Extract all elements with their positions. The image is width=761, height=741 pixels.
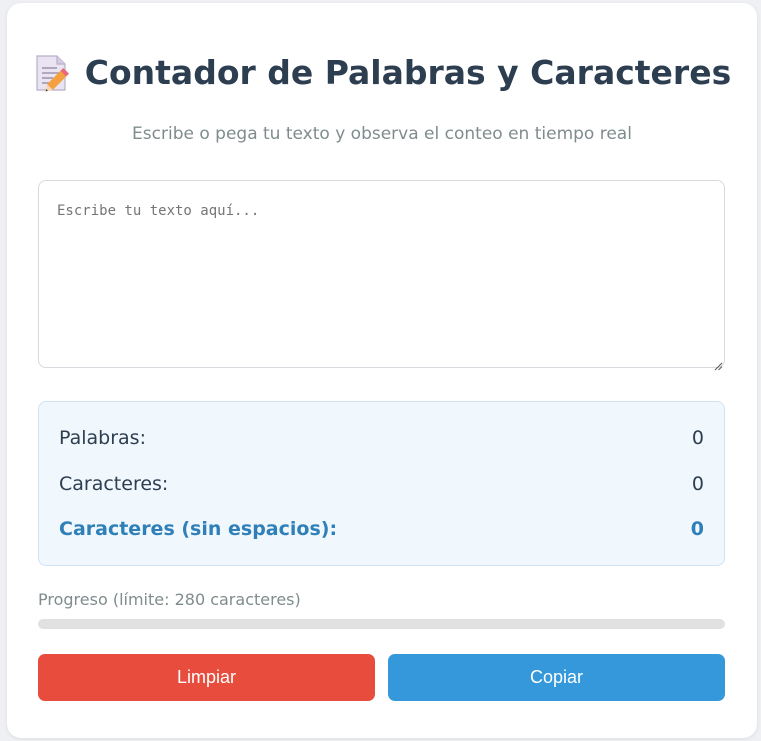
- stats-panel: Palabras: 0 Caracteres: 0 Caracteres (si…: [38, 401, 725, 566]
- progress-bar: [38, 619, 725, 629]
- stat-chars-nospace-label: Caracteres (sin espacios):: [59, 518, 338, 540]
- header: Contador de Palabras y Caracteres: [7, 53, 757, 92]
- stat-chars-value: 0: [691, 473, 704, 495]
- page-subtitle: Escribe o pega tu texto y observa el con…: [132, 124, 632, 144]
- stat-chars-label: Caracteres:: [59, 473, 169, 495]
- stat-words-value: 0: [691, 427, 704, 449]
- progress-label: Progreso (límite: 280 caracteres): [38, 590, 301, 609]
- clear-button[interactable]: Limpiar: [38, 654, 375, 701]
- stat-chars: Caracteres: 0: [59, 471, 704, 497]
- counter-card: Contador de Palabras y Caracteres Escrib…: [7, 3, 757, 738]
- memo-pencil-icon: [33, 54, 69, 92]
- stat-chars-nospace: Caracteres (sin espacios): 0: [59, 516, 704, 542]
- stat-chars-nospace-value: 0: [690, 518, 704, 540]
- stat-words: Palabras: 0: [59, 425, 704, 451]
- text-input[interactable]: [38, 180, 725, 368]
- stat-words-label: Palabras:: [59, 427, 146, 449]
- copy-button[interactable]: Copiar: [388, 654, 725, 701]
- resize-handle-icon[interactable]: [714, 356, 723, 371]
- page-title: Contador de Palabras y Caracteres: [84, 53, 732, 92]
